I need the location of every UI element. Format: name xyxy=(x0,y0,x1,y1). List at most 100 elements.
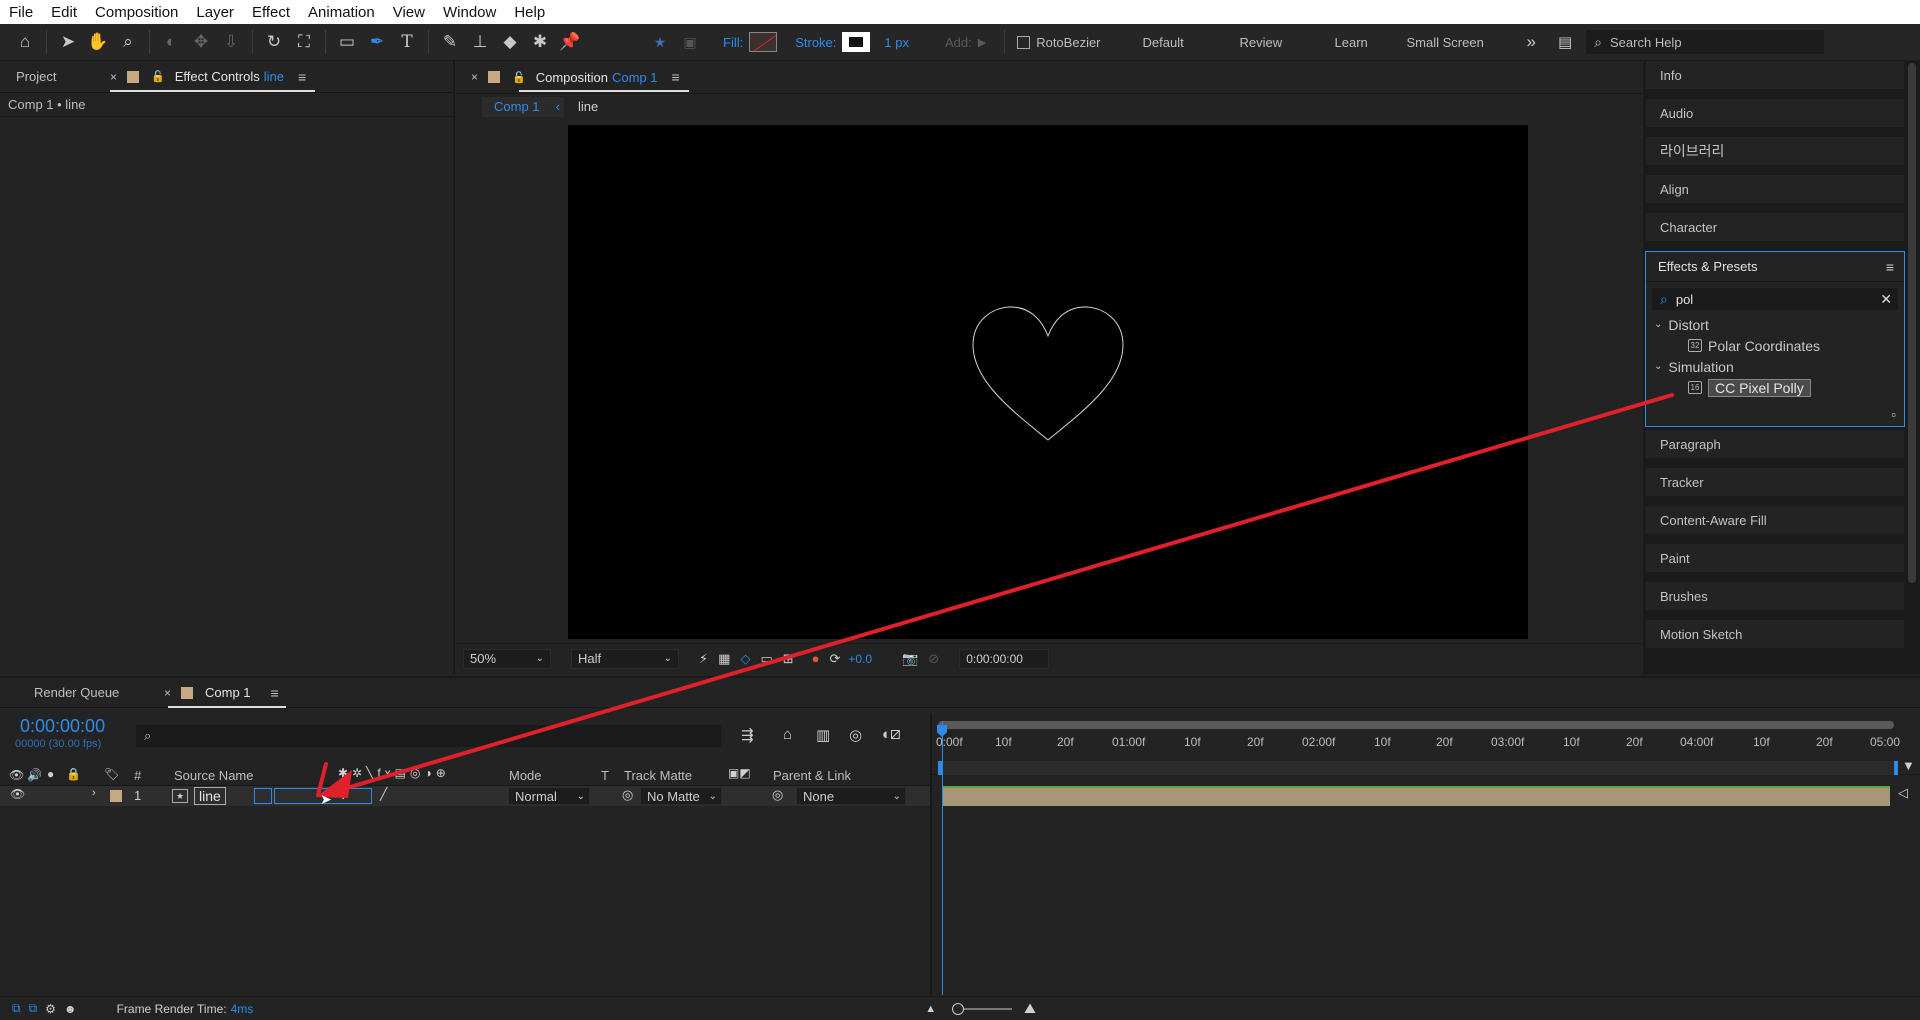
rectangle-icon[interactable]: ▭ xyxy=(332,27,362,57)
tree-item-cc-pixel-polly[interactable]: 16 CC Pixel Polly xyxy=(1646,377,1904,398)
home-icon[interactable]: ⌂ xyxy=(10,27,40,57)
close-icon[interactable]: × xyxy=(110,70,117,84)
panel-motion-sketch[interactable]: Motion Sketch xyxy=(1646,620,1904,650)
mask-feather-icon[interactable]: ▣ xyxy=(675,27,705,57)
orbit-icon[interactable]: ◐ xyxy=(156,27,186,57)
rotate-icon[interactable]: ↻ xyxy=(259,27,289,57)
panel-menu-icon[interactable]: ≡ xyxy=(1886,259,1894,275)
roto-brush-icon[interactable]: ✱ xyxy=(525,27,555,57)
fast-previews-icon[interactable]: ⚡ xyxy=(699,651,708,667)
clone-stamp-icon[interactable]: ⊥ xyxy=(465,27,495,57)
close-icon[interactable]: × xyxy=(164,686,171,700)
stroke-swatch[interactable] xyxy=(842,32,871,52)
menu-item-edit[interactable]: Edit xyxy=(42,4,86,21)
rotobezier-checkbox[interactable] xyxy=(1017,35,1031,49)
panel-paragraph[interactable]: Paragraph xyxy=(1646,430,1904,460)
menu-item-effect[interactable]: Effect xyxy=(243,4,299,21)
selection-icon[interactable]: ➤ xyxy=(53,27,83,57)
draft-3d-icon[interactable]: ⌂ xyxy=(783,726,792,743)
snapshot-icon[interactable]: 📷 xyxy=(902,651,918,667)
tab-project[interactable]: Project xyxy=(16,69,110,84)
zoom-icon[interactable]: ⌕ xyxy=(113,27,143,57)
panel-content-aware-fill[interactable]: Content-Aware Fill xyxy=(1646,506,1904,536)
menu-item-file[interactable]: File xyxy=(0,4,42,21)
timeline-zoom-slider[interactable] xyxy=(952,1002,1013,1015)
panel-paint[interactable]: Paint xyxy=(1646,544,1904,574)
camera-icon[interactable]: ⛶ xyxy=(289,27,319,57)
exposure-value[interactable]: +0.0 xyxy=(848,652,872,666)
nav-comp-crumb[interactable]: Comp 1 ‹ xyxy=(482,96,564,117)
menu-item-layer[interactable]: Layer xyxy=(187,4,243,21)
tree-item-polar-coordinates[interactable]: 32 Polar Coordinates xyxy=(1646,335,1904,356)
transparency-grid-icon[interactable]: ▦ xyxy=(718,651,730,667)
toggle-render-time-icon[interactable]: ⚙ xyxy=(45,1002,56,1016)
solo-icon[interactable]: ● xyxy=(47,767,54,781)
work-area-range[interactable] xyxy=(938,761,1898,775)
audio-icon[interactable]: 🔊 xyxy=(27,768,42,782)
menu-item-composition[interactable]: Composition xyxy=(86,4,187,21)
panel-character[interactable]: Character xyxy=(1646,213,1904,243)
layer-pin-icon[interactable]: ◁ xyxy=(1898,785,1908,801)
layer-row[interactable]: 👁 › 1 ★ line ✲ ╱ Normal ⌄ ◎ No Matte ⌄ ◎… xyxy=(0,786,930,806)
timeline-track-area[interactable] xyxy=(932,713,1920,995)
mask-path-visibility-icon[interactable]: ◇ xyxy=(740,651,750,667)
visibility-eye-icon[interactable]: 👁 xyxy=(10,787,25,801)
layer-label-swatch[interactable] xyxy=(110,790,122,802)
current-time-indicator[interactable] xyxy=(942,721,943,995)
composition-mini-flowchart-icon[interactable]: ⇶ xyxy=(741,726,754,744)
frame-blending-icon[interactable]: ◎ xyxy=(849,726,862,744)
snapping-icon[interactable]: ★ xyxy=(645,27,675,57)
reset-exposure-icon[interactable]: ⟳ xyxy=(830,651,841,667)
panel-align[interactable]: Align xyxy=(1646,175,1904,205)
switch-collapse-icon[interactable]: ✲ xyxy=(338,788,348,802)
parent-dropdown[interactable]: None ⌄ xyxy=(796,787,906,805)
toggle-shy-icon[interactable]: ☻ xyxy=(64,1002,77,1016)
right-panel-scrollbar[interactable] xyxy=(1908,63,1916,583)
eraser-icon[interactable]: ◆ xyxy=(495,27,525,57)
work-area-bar[interactable] xyxy=(938,721,1894,729)
clear-search-icon[interactable]: ✕ xyxy=(1880,291,1892,308)
tree-category-simulation[interactable]: ⌄ Simulation xyxy=(1646,356,1904,377)
nav-layer-label[interactable]: line xyxy=(578,99,598,114)
menu-item-window[interactable]: Window xyxy=(434,4,505,21)
hand-icon[interactable]: ✋ xyxy=(83,27,113,57)
workspace-learn[interactable]: Learn xyxy=(1335,35,1407,50)
track-matte-pickwhip-icon[interactable]: ◎ xyxy=(622,787,633,803)
lock-icon[interactable]: 🔓 xyxy=(512,71,526,84)
panel-menu-icon[interactable]: ≡ xyxy=(271,685,279,701)
viewer-timecode[interactable]: 0:00:00:00 xyxy=(959,648,1050,669)
resolution-dropdown[interactable]: Half ⌄ xyxy=(571,648,679,669)
zoom-out-icon[interactable]: ▲ xyxy=(925,1003,936,1015)
layer-mode-dropdown[interactable]: Normal ⌄ xyxy=(508,787,590,805)
fill-swatch[interactable] xyxy=(749,32,778,52)
pen-icon[interactable]: ✒ xyxy=(362,27,392,57)
panel-menu-icon[interactable]: ≡ xyxy=(672,69,680,85)
toggle-modes-icon[interactable]: ⧉ xyxy=(29,1001,38,1016)
guides-icon[interactable]: ⊞ xyxy=(783,651,794,667)
puppet-pin-icon[interactable]: 📌 xyxy=(555,27,585,57)
menu-item-help[interactable]: Help xyxy=(505,4,554,21)
menu-item-view[interactable]: View xyxy=(384,4,434,21)
show-snapshot-icon[interactable]: ⊘ xyxy=(928,651,939,667)
lock-icon[interactable]: 🔓 xyxy=(151,70,165,83)
menu-item-animation[interactable]: Animation xyxy=(299,4,384,21)
pan-behind-icon[interactable]: ✥ xyxy=(186,27,216,57)
panel-brushes[interactable]: Brushes xyxy=(1646,582,1904,612)
column-parent-link[interactable]: Parent & Link xyxy=(773,768,851,783)
zoom-dropdown[interactable]: 50% ⌄ xyxy=(463,648,551,669)
region-of-interest-icon[interactable]: ▭ xyxy=(760,651,772,667)
hide-shy-layers-icon[interactable]: ▥ xyxy=(816,726,830,744)
track-matte-dropdown[interactable]: No Matte ⌄ xyxy=(640,787,722,805)
timeline-timecode[interactable]: 0:00:00:00 xyxy=(20,716,105,737)
column-track-matte[interactable]: Track Matte xyxy=(624,768,692,783)
close-icon[interactable]: × xyxy=(471,70,478,84)
tab-composition-name[interactable]: Comp 1 xyxy=(612,70,658,85)
zoom-in-icon[interactable]: ⛰ xyxy=(1024,1000,1036,1017)
toggle-switches-icon[interactable]: ⧉ xyxy=(12,1001,21,1016)
brush-icon[interactable]: ✎ xyxy=(435,27,465,57)
stroke-width[interactable]: 1 px xyxy=(884,35,909,50)
tab-render-queue[interactable]: Render Queue xyxy=(34,685,164,700)
add-dropdown-icon[interactable]: ▶ xyxy=(978,36,986,49)
parent-pickwhip-icon[interactable]: ◎ xyxy=(772,787,783,803)
layer-duration-bar[interactable] xyxy=(942,786,1890,806)
